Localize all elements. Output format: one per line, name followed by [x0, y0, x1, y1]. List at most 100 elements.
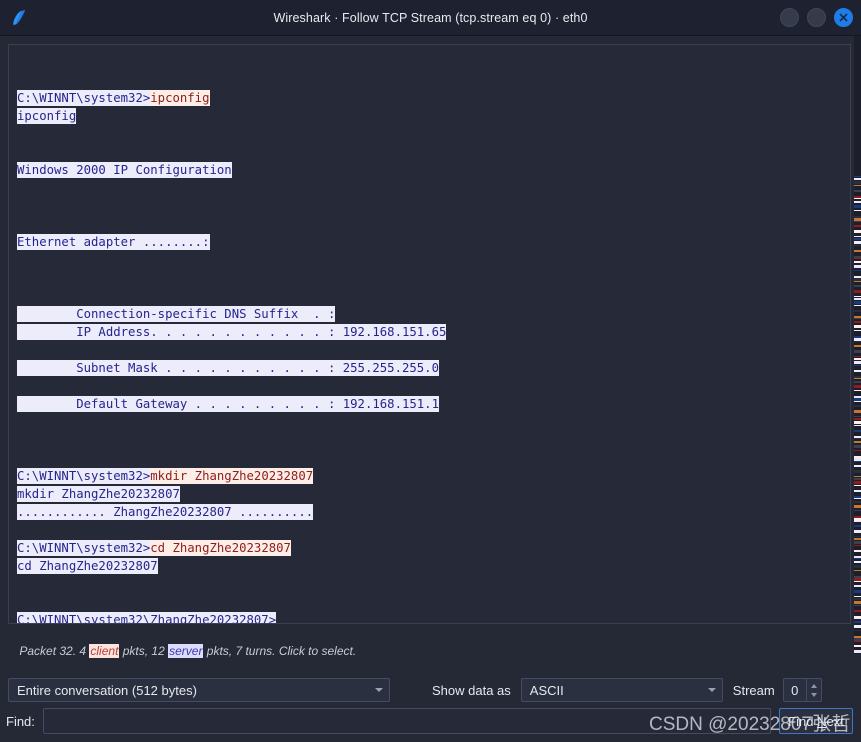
stream-line[interactable]: [17, 287, 844, 305]
minimap-marker: [854, 641, 861, 642]
stream-segment-server[interactable]: Subnet Mask . . . . . . . . . . . : 255.…: [17, 360, 439, 376]
minimap-marker: [854, 236, 861, 237]
stream-segment-client[interactable]: mkdir ZhangZhe20232807: [150, 468, 314, 484]
stream-line[interactable]: [17, 593, 844, 611]
stream-line[interactable]: Default Gateway . . . . . . . . . : 192.…: [17, 395, 844, 413]
stream-line[interactable]: ipconfig: [17, 107, 844, 125]
chevron-up-icon[interactable]: [810, 683, 817, 688]
packet-marker-minimap[interactable]: [854, 36, 861, 654]
minimize-icon[interactable]: [780, 8, 799, 27]
stream-segment-server[interactable]: Connection-specific DNS Suffix . :: [17, 306, 336, 322]
conversation-select[interactable]: Entire conversation (512 bytes): [8, 678, 390, 702]
minimap-marker: [854, 225, 861, 227]
stream-line[interactable]: [17, 125, 844, 143]
minimap-marker: [854, 505, 861, 508]
stream-segment-server[interactable]: Ethernet adapter ........:: [17, 234, 210, 250]
stream-line[interactable]: cd ZhangZhe20232807: [17, 557, 844, 575]
chevron-down-icon: [707, 688, 716, 692]
stream-label: Stream: [732, 682, 775, 698]
minimap-marker: [854, 565, 861, 568]
stream-segment-server[interactable]: Windows 2000 IP Configuration: [17, 162, 232, 178]
minimap-marker: [854, 530, 861, 533]
stream-line[interactable]: IP Address. . . . . . . . . . . . : 192.…: [17, 323, 844, 341]
minimap-marker: [854, 538, 861, 540]
stream-line[interactable]: C:\WINNT\system32>cd ZhangZhe20232807: [17, 539, 844, 557]
stream-segment-client[interactable]: ipconfig: [150, 90, 210, 106]
minimap-marker: [854, 305, 861, 306]
stream-segment-server[interactable]: C:\WINNT\system32>: [17, 540, 151, 556]
maximize-icon[interactable]: [807, 8, 826, 27]
stream-line[interactable]: C:\WINNT\system32>mkdir ZhangZhe20232807: [17, 467, 844, 485]
window-title: Wireshark · Follow TCP Stream (tcp.strea…: [273, 10, 588, 25]
minimap-marker: [854, 541, 861, 544]
stream-line[interactable]: [17, 215, 844, 233]
find-next-button[interactable]: Find Next: [779, 708, 853, 734]
minimap-marker: [854, 221, 861, 222]
stream-content-panel[interactable]: C:\WINNT\system32>ipconfig ipconfig Windo…: [8, 44, 851, 624]
minimap-marker: [854, 461, 861, 462]
minimap-marker: [854, 358, 861, 360]
find-input[interactable]: [42, 708, 771, 734]
minimap-marker: [854, 298, 861, 300]
stream-segment-server[interactable]: C:\WINNT\system32>: [17, 468, 151, 484]
stream-line[interactable]: [17, 143, 844, 161]
minimap-marker: [854, 581, 861, 582]
status-client-label[interactable]: client: [89, 644, 120, 658]
stream-status-line[interactable]: Packet 32. 4 client pkts, 12 server pkts…: [0, 624, 861, 676]
minimap-marker: [854, 445, 861, 448]
stream-line[interactable]: [17, 413, 844, 431]
stream-line[interactable]: ............ ZhangZhe20232807 ..........: [17, 503, 844, 521]
stream-line[interactable]: [17, 251, 844, 269]
minimap-marker: [854, 545, 861, 546]
stream-number-stepper[interactable]: 0: [782, 678, 822, 702]
minimap-marker: [854, 198, 861, 199]
stream-line[interactable]: [17, 53, 844, 71]
stream-segment-server[interactable]: C:\WINNT\system32>: [17, 90, 151, 106]
close-icon[interactable]: [834, 8, 853, 27]
stream-segment-server[interactable]: Default Gateway . . . . . . . . . : 192.…: [17, 396, 439, 412]
minimap-marker: [854, 350, 861, 353]
stream-line[interactable]: C:\WINNT\system32>ipconfig: [17, 89, 844, 107]
minimap-marker: [854, 418, 861, 420]
minimap-marker: [854, 450, 861, 451]
stream-line[interactable]: [17, 197, 844, 215]
status-prefix: Packet 32. 4: [19, 644, 90, 658]
stream-segment-server[interactable]: C:\WINNT\system32\ZhangZhe20232807>: [17, 612, 277, 623]
minimap-marker: [854, 405, 861, 407]
chevron-down-icon[interactable]: [810, 692, 817, 697]
stream-line[interactable]: [17, 431, 844, 449]
stream-line[interactable]: mkdir ZhangZhe20232807: [17, 485, 844, 503]
stream-line[interactable]: C:\WINNT\system32\ZhangZhe20232807>: [17, 611, 844, 623]
stream-line[interactable]: [17, 179, 844, 197]
stream-line[interactable]: [17, 341, 844, 359]
stream-line[interactable]: [17, 71, 844, 89]
minimap-marker: [854, 610, 861, 612]
minimap-marker: [854, 605, 861, 606]
stepper-arrows[interactable]: [805, 679, 821, 701]
stream-line[interactable]: Ethernet adapter ........:: [17, 233, 844, 251]
stream-segment-server[interactable]: IP Address. . . . . . . . . . . . : 192.…: [17, 324, 447, 340]
minimap-marker: [854, 390, 861, 391]
stream-segment-client[interactable]: cd ZhangZhe20232807: [150, 540, 291, 556]
stream-line[interactable]: Subnet Mask . . . . . . . . . . . : 255.…: [17, 359, 844, 377]
minimap-marker: [854, 318, 861, 319]
status-suffix: pkts, 7 turns. Click to select.: [203, 644, 357, 658]
show-data-as-select[interactable]: ASCII: [520, 678, 723, 702]
stream-line[interactable]: Windows 2000 IP Configuration: [17, 161, 844, 179]
stream-segment-server[interactable]: ipconfig: [17, 108, 77, 124]
stream-line[interactable]: [17, 269, 844, 287]
stream-text[interactable]: C:\WINNT\system32>ipconfig ipconfig Windo…: [9, 45, 850, 623]
stream-segment-server[interactable]: cd ZhangZhe20232807: [17, 558, 158, 574]
stream-segment-server[interactable]: mkdir ZhangZhe20232807: [17, 486, 180, 502]
stream-line[interactable]: [17, 521, 844, 539]
minimap-marker: [854, 201, 861, 203]
minimap-marker: [854, 630, 861, 631]
find-row: Find: Find Next: [0, 708, 861, 742]
stream-line[interactable]: [17, 575, 844, 593]
status-server-label[interactable]: server: [168, 644, 204, 658]
stream-line[interactable]: [17, 449, 844, 467]
stream-line[interactable]: Connection-specific DNS Suffix . :: [17, 305, 844, 323]
stream-segment-server[interactable]: ............ ZhangZhe20232807 ..........: [17, 504, 314, 520]
minimap-marker: [854, 230, 861, 233]
stream-line[interactable]: [17, 377, 844, 395]
